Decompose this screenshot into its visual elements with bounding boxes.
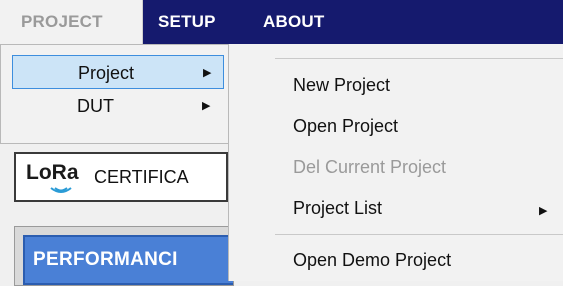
menu-item-label: Project bbox=[78, 63, 135, 83]
menu-item-dut[interactable]: DUT ▶ bbox=[12, 89, 224, 123]
submenu-arrow-icon: ▶ bbox=[539, 205, 548, 217]
performance-label: PERFORMANCI bbox=[33, 249, 178, 270]
menu-item-open-demo-project[interactable]: Open Demo Project bbox=[293, 250, 451, 271]
submenu-arrow-icon: ▶ bbox=[203, 67, 212, 79]
menu-item-label: DUT bbox=[77, 96, 114, 116]
menu-about[interactable]: ABOUT bbox=[263, 0, 324, 44]
menu-item-new-project[interactable]: New Project bbox=[293, 75, 390, 96]
menu-bar: PROJECT SETUP ABOUT bbox=[0, 0, 563, 44]
project-submenu: New Project Open Project Del Current Pro… bbox=[228, 44, 563, 281]
submenu-arrow-icon: ▶ bbox=[202, 100, 211, 112]
menu-item-project[interactable]: Project ▶ bbox=[12, 55, 224, 89]
menu-project[interactable]: PROJECT bbox=[0, 0, 143, 44]
performance-button[interactable]: PERFORMANCI bbox=[23, 235, 233, 285]
menu-separator bbox=[275, 234, 563, 235]
menu-border bbox=[275, 58, 563, 59]
menu-item-project-list[interactable]: Project List bbox=[293, 198, 382, 219]
lora-wave-icon bbox=[50, 187, 72, 193]
menu-setup[interactable]: SETUP bbox=[158, 0, 216, 44]
lora-certification-panel: LoRa CERTIFICA bbox=[14, 152, 228, 202]
menu-item-open-project[interactable]: Open Project bbox=[293, 116, 398, 137]
lora-logo: LoRa bbox=[26, 161, 79, 184]
project-dropdown: Project ▶ DUT ▶ bbox=[0, 44, 231, 144]
menu-item-del-current-project[interactable]: Del Current Project bbox=[293, 157, 446, 178]
certification-label: CERTIFICA bbox=[94, 167, 189, 187]
performance-panel[interactable]: PERFORMANCI bbox=[14, 226, 234, 286]
